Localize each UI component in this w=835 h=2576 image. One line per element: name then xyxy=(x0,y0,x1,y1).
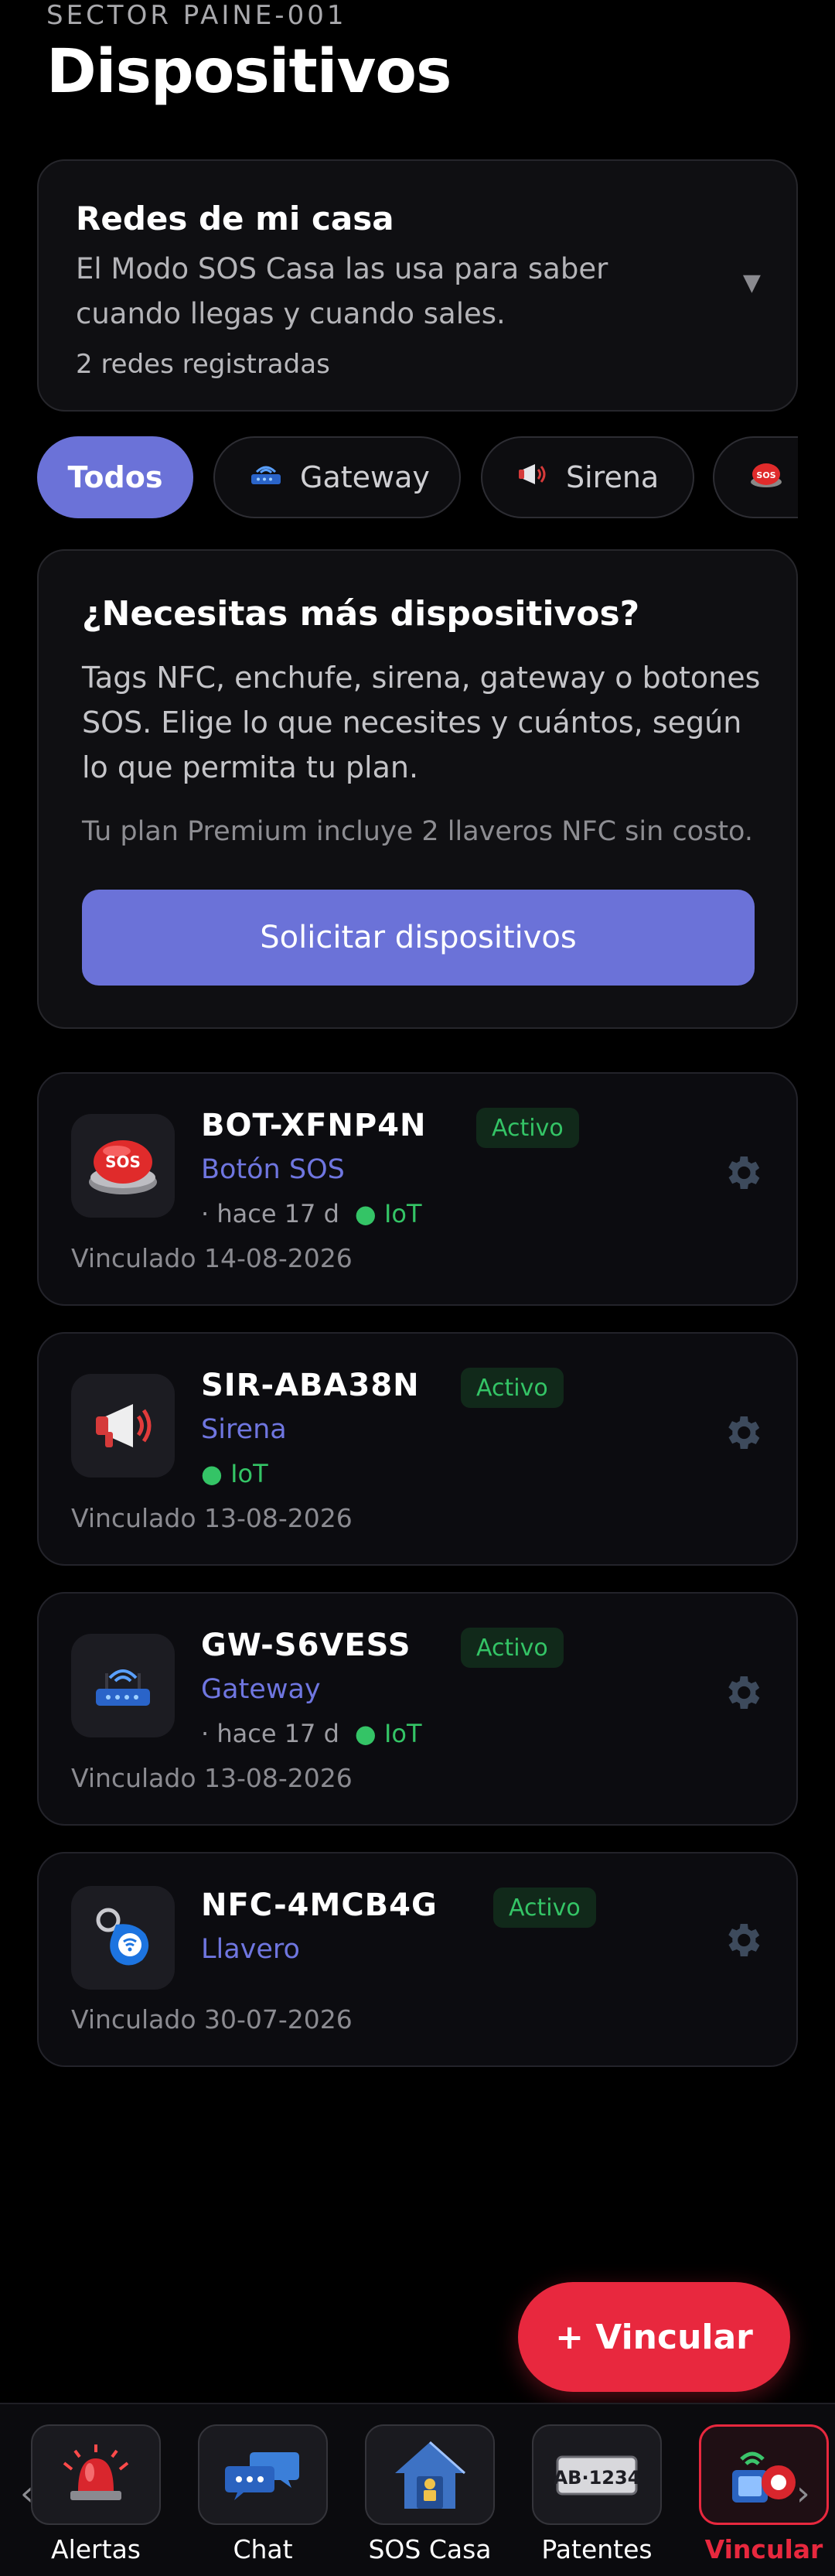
device-meta: · hace 17 d ● IoT xyxy=(201,1719,422,1748)
siren-light-icon xyxy=(31,2424,161,2525)
device-name: SIR-ABA38N xyxy=(201,1368,420,1403)
status-badge: Activo xyxy=(461,1628,564,1668)
chat-bubbles-icon xyxy=(198,2424,328,2525)
home-networks-count: 2 redes registradas xyxy=(76,349,330,380)
filter-chip-label: Todos xyxy=(67,460,163,494)
device-card-gateway[interactable]: GW-S6VESS Activo Gateway · hace 17 d ● Io… xyxy=(37,1592,798,1826)
gear-icon[interactable] xyxy=(721,1918,764,1962)
home-networks-title: Redes de mi casa xyxy=(76,200,394,237)
router-icon xyxy=(71,1634,175,1737)
home-networks-description: El Modo SOS Casa las usa para saber cuan… xyxy=(76,252,608,330)
iot-indicator: ● IoT xyxy=(354,1719,422,1748)
device-type: Gateway xyxy=(201,1674,321,1705)
filter-chip-gateway[interactable]: Gateway xyxy=(213,436,461,518)
nav-item-alertas[interactable]: Alertas xyxy=(19,2424,173,2564)
sector-label: SECTOR PAINE-001 xyxy=(46,0,347,31)
request-devices-button[interactable]: Solicitar dispositivos xyxy=(82,890,755,986)
linked-date: Vinculado 30-07-2026 xyxy=(71,2004,353,2034)
bottom-nav: ‹ Alertas Chat SOS Casa AB·1234 Patentes… xyxy=(0,2403,835,2576)
nav-label: Patentes xyxy=(541,2534,653,2564)
house-icon xyxy=(365,2424,495,2525)
gear-icon[interactable] xyxy=(721,1411,764,1454)
filter-chips: Todos Gateway Sirena SOS xyxy=(37,436,798,521)
filter-chip-sos[interactable]: SOS xyxy=(713,436,798,518)
device-card-nfc-keychain[interactable]: NFC-4MCB4G Activo Llavero Vinculado 30-0… xyxy=(37,1852,798,2067)
svg-text:SOS: SOS xyxy=(756,470,775,480)
nav-item-sos-casa[interactable]: SOS Casa xyxy=(353,2424,507,2564)
plan-note: Tu plan Premium incluye 2 llaveros NFC s… xyxy=(82,816,753,847)
status-badge: Activo xyxy=(493,1888,596,1928)
filter-chip-todos[interactable]: Todos xyxy=(37,436,193,518)
megaphone-icon xyxy=(516,460,549,495)
request-devices-card: ¿Necesitas más dispositivos? Tags NFC, e… xyxy=(37,549,798,1029)
device-name: BOT-XFNP4N xyxy=(201,1108,427,1143)
device-meta: · hace 17 d ● IoT xyxy=(201,1199,422,1228)
device-card-siren[interactable]: SIR-ABA38N Activo Sirena ● IoT Vinculado… xyxy=(37,1332,798,1566)
nav-item-vincular[interactable]: Vincular xyxy=(687,2424,835,2564)
device-name: GW-S6VESS xyxy=(201,1628,411,1663)
nav-label: Chat xyxy=(233,2534,293,2564)
megaphone-icon xyxy=(71,1374,175,1478)
filter-chip-label: Sirena xyxy=(566,460,659,494)
filter-chip-sirena[interactable]: Sirena xyxy=(481,436,694,518)
svg-text:SOS: SOS xyxy=(105,1153,141,1171)
filter-chip-label: Gateway xyxy=(300,460,430,494)
gear-icon[interactable] xyxy=(721,1151,764,1194)
nav-label: Alertas xyxy=(51,2534,141,2564)
iot-indicator: ● IoT xyxy=(354,1199,422,1228)
chevron-right-icon[interactable]: › xyxy=(796,2474,810,2513)
last-seen: · hace 17 d xyxy=(201,1199,339,1228)
chevron-down-icon[interactable]: ▼ xyxy=(743,269,761,296)
request-devices-title: ¿Necesitas más dispositivos? xyxy=(82,594,640,634)
status-badge: Activo xyxy=(461,1368,564,1408)
device-name: NFC-4MCB4G xyxy=(201,1888,438,1923)
home-networks-card[interactable]: Redes de mi casa El Modo SOS Casa las us… xyxy=(37,159,798,412)
iot-indicator: ● IoT xyxy=(201,1459,268,1488)
device-type: Sirena xyxy=(201,1414,287,1445)
nav-label: Vincular xyxy=(704,2534,823,2564)
device-meta: ● IoT xyxy=(201,1459,268,1488)
router-icon xyxy=(249,460,283,495)
last-seen: · hace 17 d xyxy=(201,1719,339,1748)
linked-date: Vinculado 14-08-2026 xyxy=(71,1243,353,1273)
device-card-sos-button[interactable]: SOS BOT-XFNP4N Activo Botón SOS · hace 1… xyxy=(37,1072,798,1306)
license-plate-icon: AB·1234 xyxy=(532,2424,662,2525)
device-type: Llavero xyxy=(201,1934,300,1965)
sos-button-icon: SOS xyxy=(748,459,784,497)
request-devices-description: Tags NFC, enchufe, sirena, gateway o bot… xyxy=(82,661,761,784)
device-type: Botón SOS xyxy=(201,1154,345,1185)
link-device-button[interactable]: + Vincular xyxy=(518,2282,790,2392)
nav-label: SOS Casa xyxy=(368,2534,492,2564)
gear-icon[interactable] xyxy=(721,1671,764,1714)
linked-date: Vinculado 13-08-2026 xyxy=(71,1763,353,1793)
status-badge: Activo xyxy=(476,1108,579,1148)
plate-text: AB·1234 xyxy=(554,2467,639,2489)
nav-item-chat[interactable]: Chat xyxy=(186,2424,340,2564)
linked-date: Vinculado 13-08-2026 xyxy=(71,1503,353,1533)
nav-item-patentes[interactable]: AB·1234 Patentes xyxy=(520,2424,674,2564)
nfc-keychain-icon xyxy=(71,1886,175,1990)
sos-button-icon: SOS xyxy=(71,1114,175,1218)
page-title: Dispositivos xyxy=(46,37,452,107)
